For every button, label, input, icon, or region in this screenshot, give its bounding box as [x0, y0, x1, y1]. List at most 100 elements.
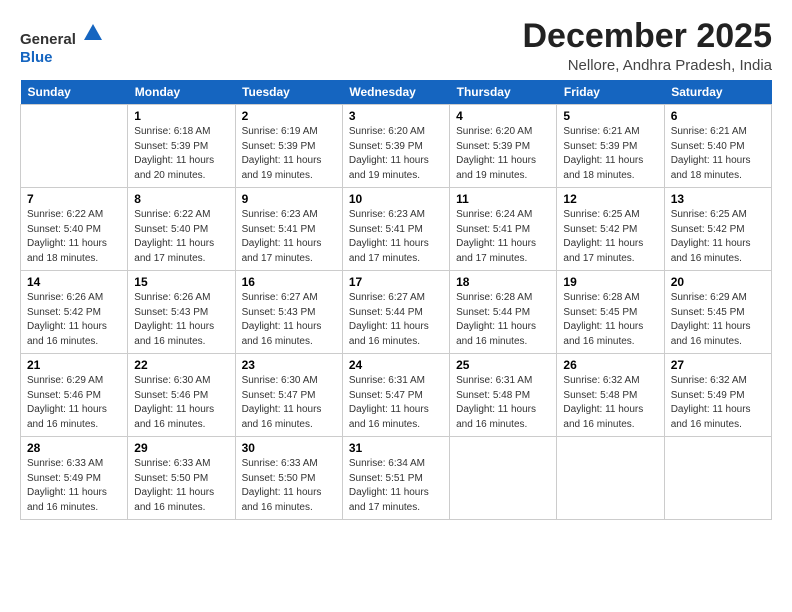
day-info: Sunrise: 6:19 AMSunset: 5:39 PMDaylight:…: [242, 125, 336, 183]
day-number: 8: [134, 192, 228, 206]
day-info: Sunrise: 6:33 AMSunset: 5:49 PMDaylight:…: [27, 457, 121, 515]
day-info: Sunrise: 6:25 AMSunset: 5:42 PMDaylight:…: [671, 208, 765, 266]
day-info: Sunrise: 6:32 AMSunset: 5:48 PMDaylight:…: [563, 374, 657, 432]
calendar-cell: 2 Sunrise: 6:19 AMSunset: 5:39 PMDaylight…: [235, 105, 342, 188]
calendar-cell: 3 Sunrise: 6:20 AMSunset: 5:39 PMDaylight…: [342, 105, 449, 188]
day-info: Sunrise: 6:34 AMSunset: 5:51 PMDaylight:…: [349, 457, 443, 515]
calendar-cell: 6 Sunrise: 6:21 AMSunset: 5:40 PMDaylight…: [664, 105, 771, 188]
day-info: Sunrise: 6:21 AMSunset: 5:39 PMDaylight:…: [563, 125, 657, 183]
logo: General Blue: [20, 22, 104, 67]
calendar-cell: 23Sunrise: 6:30 AMSunset: 5:47 PMDayligh…: [235, 354, 342, 437]
calendar-cell: 28 Sunrise: 6:33 AMSunset: 5:49 PMDayligh…: [21, 437, 128, 520]
day-info: Sunrise: 6:27 AMSunset: 5:44 PMDaylight:…: [349, 291, 443, 349]
day-info: Sunrise: 6:24 AMSunset: 5:41 PMDaylight:…: [456, 208, 550, 266]
calendar-cell: 1Sunrise: 6:18 AMSunset: 5:39 PMDaylight…: [128, 105, 235, 188]
day-number: 10: [349, 192, 443, 206]
calendar-cell: 27 Sunrise: 6:32 AMSunset: 5:49 PMDayligh…: [664, 354, 771, 437]
day-info: Sunrise: 6:33 AMSunset: 5:50 PMDaylight:…: [242, 457, 336, 515]
calendar-cell: 11 Sunrise: 6:24 AMSunset: 5:41 PMDayligh…: [450, 188, 557, 271]
day-number: 21: [27, 358, 121, 372]
calendar-row: 7 Sunrise: 6:22 AMSunset: 5:40 PMDaylight…: [21, 188, 772, 271]
calendar-cell: 15Sunrise: 6:26 AMSunset: 5:43 PMDayligh…: [128, 271, 235, 354]
calendar-cell: 19 Sunrise: 6:28 AMSunset: 5:45 PMDayligh…: [557, 271, 664, 354]
day-info: Sunrise: 6:32 AMSunset: 5:49 PMDaylight:…: [671, 374, 765, 432]
calendar-cell: 17 Sunrise: 6:27 AMSunset: 5:44 PMDayligh…: [342, 271, 449, 354]
calendar-cell: [450, 437, 557, 520]
day-info: Sunrise: 6:21 AMSunset: 5:40 PMDaylight:…: [671, 125, 765, 183]
calendar-row: 1Sunrise: 6:18 AMSunset: 5:39 PMDaylight…: [21, 105, 772, 188]
main-title: December 2025: [522, 18, 772, 55]
day-info: Sunrise: 6:31 AMSunset: 5:47 PMDaylight:…: [349, 374, 443, 432]
calendar-cell: 8Sunrise: 6:22 AMSunset: 5:40 PMDaylight…: [128, 188, 235, 271]
calendar-header-cell: Saturday: [664, 80, 771, 105]
day-number: 11: [456, 192, 550, 206]
day-number: 27: [671, 358, 765, 372]
day-info: Sunrise: 6:28 AMSunset: 5:45 PMDaylight:…: [563, 291, 657, 349]
calendar-cell: [21, 105, 128, 188]
calendar-header-cell: Friday: [557, 80, 664, 105]
day-number: 16: [242, 275, 336, 289]
calendar-cell: 5 Sunrise: 6:21 AMSunset: 5:39 PMDaylight…: [557, 105, 664, 188]
day-number: 3: [349, 109, 443, 123]
sub-title: Nellore, Andhra Pradesh, India: [522, 57, 772, 74]
calendar-cell: 10 Sunrise: 6:23 AMSunset: 5:41 PMDayligh…: [342, 188, 449, 271]
day-number: 31: [349, 441, 443, 455]
day-info: Sunrise: 6:23 AMSunset: 5:41 PMDaylight:…: [242, 208, 336, 266]
page: General Blue December 2025 Nellore, Andh…: [0, 0, 792, 612]
day-info: Sunrise: 6:27 AMSunset: 5:43 PMDaylight:…: [242, 291, 336, 349]
day-info: Sunrise: 6:30 AMSunset: 5:46 PMDaylight:…: [134, 374, 228, 432]
day-number: 5: [563, 109, 657, 123]
calendar-table: SundayMondayTuesdayWednesdayThursdayFrid…: [20, 80, 772, 520]
calendar-cell: 7 Sunrise: 6:22 AMSunset: 5:40 PMDaylight…: [21, 188, 128, 271]
day-number: 12: [563, 192, 657, 206]
calendar-cell: 21 Sunrise: 6:29 AMSunset: 5:46 PMDayligh…: [21, 354, 128, 437]
calendar-header-cell: Thursday: [450, 80, 557, 105]
day-number: 30: [242, 441, 336, 455]
day-number: 29: [134, 441, 228, 455]
day-number: 2: [242, 109, 336, 123]
day-info: Sunrise: 6:22 AMSunset: 5:40 PMDaylight:…: [27, 208, 121, 266]
calendar-cell: 30 Sunrise: 6:33 AMSunset: 5:50 PMDayligh…: [235, 437, 342, 520]
calendar-cell: [664, 437, 771, 520]
day-number: 25: [456, 358, 550, 372]
calendar-cell: 16 Sunrise: 6:27 AMSunset: 5:43 PMDayligh…: [235, 271, 342, 354]
day-info: Sunrise: 6:29 AMSunset: 5:46 PMDaylight:…: [27, 374, 121, 432]
day-number: 18: [456, 275, 550, 289]
calendar-header-cell: Wednesday: [342, 80, 449, 105]
calendar-row: 28 Sunrise: 6:33 AMSunset: 5:49 PMDayligh…: [21, 437, 772, 520]
calendar-cell: 12 Sunrise: 6:25 AMSunset: 5:42 PMDayligh…: [557, 188, 664, 271]
calendar-cell: 31 Sunrise: 6:34 AMSunset: 5:51 PMDayligh…: [342, 437, 449, 520]
logo-blue: Blue: [20, 49, 53, 66]
day-info: Sunrise: 6:20 AMSunset: 5:39 PMDaylight:…: [349, 125, 443, 183]
day-info: Sunrise: 6:33 AMSunset: 5:50 PMDaylight:…: [134, 457, 228, 515]
calendar-header-cell: Tuesday: [235, 80, 342, 105]
day-info: Sunrise: 6:23 AMSunset: 5:41 PMDaylight:…: [349, 208, 443, 266]
day-number: 22: [134, 358, 228, 372]
day-number: 6: [671, 109, 765, 123]
calendar-cell: 29 Sunrise: 6:33 AMSunset: 5:50 PMDayligh…: [128, 437, 235, 520]
calendar-cell: 9 Sunrise: 6:23 AMSunset: 5:41 PMDaylight…: [235, 188, 342, 271]
day-number: 28: [27, 441, 121, 455]
day-info: Sunrise: 6:26 AMSunset: 5:42 PMDaylight:…: [27, 291, 121, 349]
day-number: 4: [456, 109, 550, 123]
calendar-header-cell: Sunday: [21, 80, 128, 105]
calendar-cell: 20Sunrise: 6:29 AMSunset: 5:45 PMDayligh…: [664, 271, 771, 354]
day-info: Sunrise: 6:20 AMSunset: 5:39 PMDaylight:…: [456, 125, 550, 183]
day-number: 17: [349, 275, 443, 289]
day-number: 7: [27, 192, 121, 206]
calendar-cell: 4 Sunrise: 6:20 AMSunset: 5:39 PMDaylight…: [450, 105, 557, 188]
day-number: 14: [27, 275, 121, 289]
day-number: 19: [563, 275, 657, 289]
logo-icon: [82, 22, 104, 44]
calendar-cell: 26Sunrise: 6:32 AMSunset: 5:48 PMDayligh…: [557, 354, 664, 437]
calendar-cell: 13Sunrise: 6:25 AMSunset: 5:42 PMDayligh…: [664, 188, 771, 271]
day-info: Sunrise: 6:30 AMSunset: 5:47 PMDaylight:…: [242, 374, 336, 432]
calendar-cell: [557, 437, 664, 520]
calendar-cell: 25Sunrise: 6:31 AMSunset: 5:48 PMDayligh…: [450, 354, 557, 437]
day-info: Sunrise: 6:25 AMSunset: 5:42 PMDaylight:…: [563, 208, 657, 266]
day-info: Sunrise: 6:18 AMSunset: 5:39 PMDaylight:…: [134, 125, 228, 183]
header: General Blue December 2025 Nellore, Andh…: [20, 18, 772, 74]
calendar-row: 21 Sunrise: 6:29 AMSunset: 5:46 PMDayligh…: [21, 354, 772, 437]
day-number: 9: [242, 192, 336, 206]
calendar-row: 14 Sunrise: 6:26 AMSunset: 5:42 PMDayligh…: [21, 271, 772, 354]
